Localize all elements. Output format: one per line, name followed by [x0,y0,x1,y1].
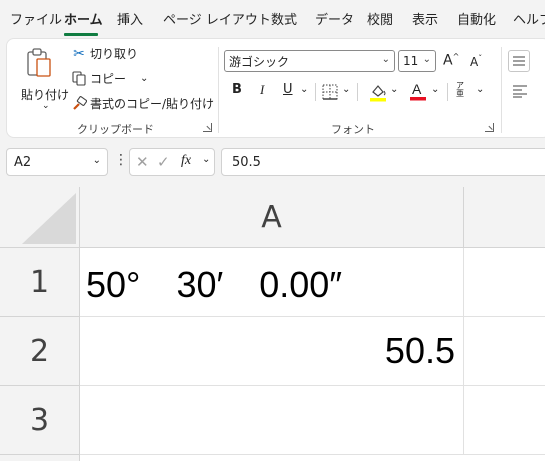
worksheet-grid: A 1 2 3 50° 30′ 0.00″ 50.5 [0,187,545,461]
chevron-down-icon[interactable]: ⌄ [140,73,148,84]
tab-page-layout[interactable]: ページ レイアウト [163,13,271,29]
paste-icon [26,47,52,79]
copy-button[interactable]: コピー ⌄ [71,70,148,87]
chevron-down-icon: ⌄ [381,54,390,65]
tab-view[interactable]: 表示 [412,13,438,29]
cell-a2[interactable]: 50.5 [80,317,464,386]
chevron-down-icon[interactable]: ⌄ [93,155,101,166]
formula-value: 50.5 [232,154,261,170]
column-header-b[interactable] [464,187,545,248]
decrease-font-size-icon[interactable]: Aˇ [470,54,482,69]
chevron-down-icon[interactable]: ⌄ [202,154,210,165]
enter-icon[interactable]: ✓ [157,153,170,171]
divider [447,83,448,101]
insert-function-button[interactable]: fx [181,153,191,169]
clipboard-dialog-launcher-icon[interactable] [203,123,212,132]
formula-input[interactable]: 50.5 [221,148,545,176]
name-box[interactable]: A2 ⌄ [6,148,108,176]
font-group-label: フォント [331,123,375,136]
ribbon-tab-bar: ファイル ホーム 挿入 ページ レイアウト 数式 データ 校閲 表示 自動化 ヘ… [0,0,545,38]
tab-review[interactable]: 校閲 [367,13,393,29]
cell-a1[interactable]: 50° 30′ 0.00″ [80,248,464,317]
fill-color-icon[interactable] [369,82,387,102]
cut-label: 切り取り [90,47,139,61]
font-size-select[interactable]: 11 ⌄ [398,50,436,72]
svg-text:A: A [412,81,422,97]
font-dialog-launcher-icon[interactable] [485,123,494,132]
font-name-value: 游ゴシック [229,54,290,69]
column-header-a[interactable]: A [80,187,464,248]
tab-formulas[interactable]: 数式 [271,13,297,29]
group-divider [218,47,219,133]
ribbon: 貼り付け ⌄ ✂ 切り取り コピー ⌄ 書式のコピー/貼り付け クリップボード … [6,38,545,138]
chevron-down-icon[interactable]: ⌄ [342,84,350,95]
phonetic-guide-icon[interactable]: ア亜 [456,82,464,98]
align-left-icon[interactable] [512,84,528,98]
more-options-icon[interactable]: ⋮ [114,152,128,168]
group-divider [501,47,502,133]
chevron-down-icon: ⌄ [42,101,50,111]
copy-icon [71,71,87,86]
divider [357,83,358,101]
tab-automate[interactable]: 自動化 [457,13,496,29]
paste-button[interactable]: 貼り付け ⌄ [13,45,69,115]
row-header-4[interactable] [0,455,80,461]
font-size-value: 11 [403,54,419,68]
paintbrush-icon [71,96,87,111]
borders-icon[interactable] [322,84,338,100]
cancel-icon[interactable]: ✕ [136,153,149,171]
bold-button[interactable]: B [232,82,242,97]
clipboard-group-label: クリップボード [77,123,154,136]
chevron-down-icon[interactable]: ⌄ [476,84,484,95]
format-painter-button[interactable]: 書式のコピー/貼り付け [71,95,214,112]
scissors-icon: ✂ [73,45,85,62]
cell-b3[interactable] [464,386,545,455]
cell-b1[interactable] [464,248,545,317]
tab-data[interactable]: データ [315,13,354,29]
copy-label: コピー [90,72,127,86]
underline-button[interactable]: U [283,82,293,97]
align-top-icon[interactable] [508,50,530,72]
divider [315,83,316,101]
row-header-2[interactable]: 2 [0,317,80,386]
font-name-select[interactable]: 游ゴシック ⌄ [224,50,395,72]
increase-font-size-icon[interactable]: A^ [443,52,459,69]
chevron-down-icon[interactable]: ⌄ [431,84,439,95]
select-all-button[interactable] [0,187,80,248]
chevron-down-icon: ⌄ [422,54,431,65]
tab-home[interactable]: ホーム [64,13,103,29]
chevron-down-icon[interactable]: ⌄ [390,84,398,95]
name-box-value: A2 [14,154,32,170]
chevron-down-icon[interactable]: ⌄ [300,84,308,95]
row-header-3[interactable]: 3 [0,386,80,455]
row-header-1[interactable]: 1 [0,248,80,317]
font-color-icon[interactable]: A [409,81,427,102]
cell-b2[interactable] [464,317,545,386]
italic-button[interactable]: I [260,82,264,98]
format-painter-label: 書式のコピー/貼り付け [90,97,215,111]
tab-insert[interactable]: 挿入 [117,13,143,29]
tab-help[interactable]: ヘルプ [513,13,545,29]
formula-buttons: ✕ ✓ fx ⌄ [129,148,215,176]
cut-button[interactable]: ✂ 切り取り [71,45,138,62]
active-tab-indicator [64,33,98,36]
tab-file[interactable]: ファイル [10,13,62,29]
cell-a3[interactable] [80,386,464,455]
